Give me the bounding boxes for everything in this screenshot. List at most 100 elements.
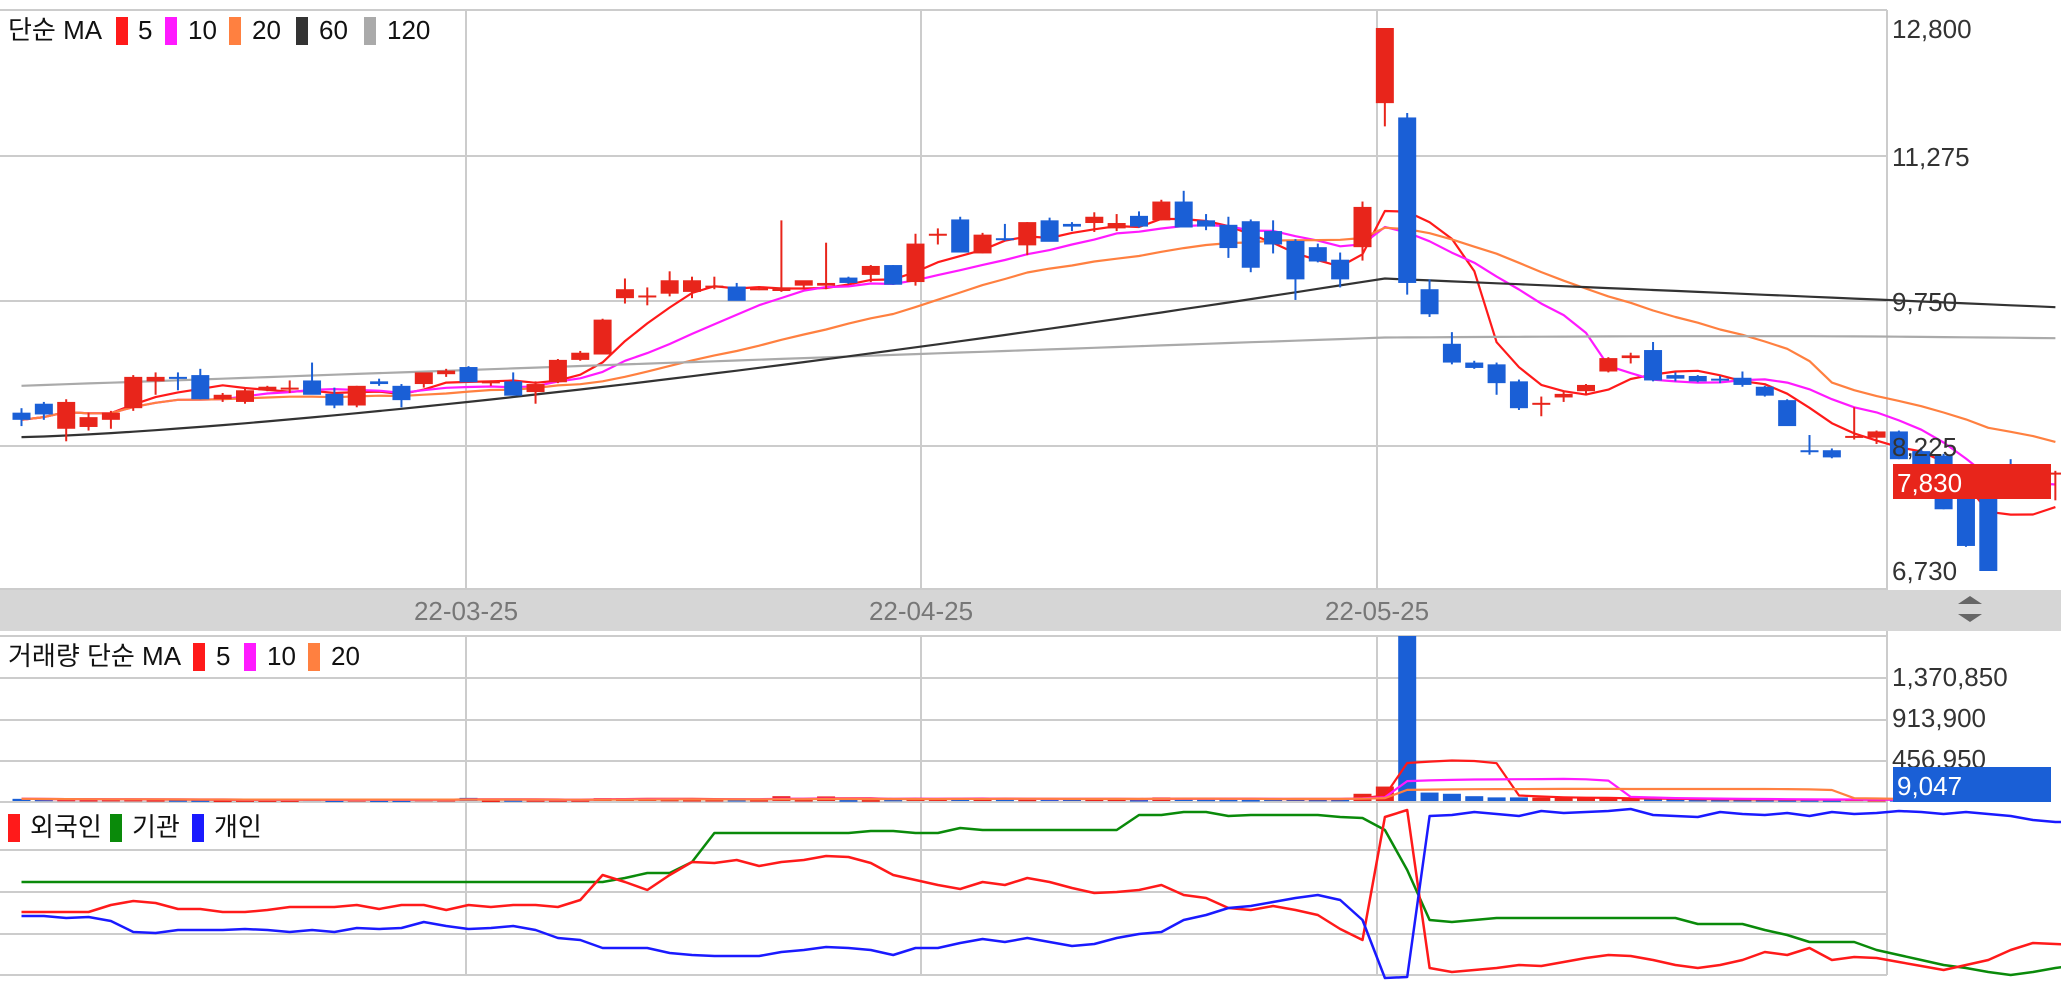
candle-body bbox=[996, 238, 1014, 240]
volume-bar bbox=[1532, 798, 1550, 801]
candle-body bbox=[839, 278, 857, 283]
candle-body bbox=[1868, 431, 1886, 437]
candle-body bbox=[1666, 375, 1684, 379]
investor-legend: 외국인 기관 개인 bbox=[8, 812, 262, 842]
candle-body bbox=[1488, 364, 1506, 383]
candle-body bbox=[1331, 260, 1349, 280]
candle-body bbox=[147, 377, 165, 381]
candle-body bbox=[1532, 403, 1550, 405]
legend-swatch bbox=[192, 814, 204, 842]
candle bbox=[1756, 386, 1774, 397]
candle-body bbox=[1622, 355, 1640, 358]
legend-swatch bbox=[244, 643, 256, 671]
candle-body bbox=[35, 404, 53, 415]
candle-body bbox=[13, 413, 31, 420]
candle-body bbox=[772, 287, 790, 291]
candle-body bbox=[594, 320, 612, 355]
candle-body bbox=[1130, 216, 1148, 227]
candle-body bbox=[1421, 289, 1439, 314]
candle-body bbox=[191, 375, 209, 399]
candle-body bbox=[214, 395, 232, 399]
candle-body bbox=[1175, 202, 1193, 228]
date-tick-label: 22-04-25 bbox=[869, 596, 973, 626]
legend-item-label: 외국인 bbox=[30, 812, 102, 842]
volume-bar bbox=[1510, 797, 1528, 801]
candle-body bbox=[258, 387, 276, 391]
candle-body bbox=[1577, 385, 1595, 391]
candle-body bbox=[1957, 499, 1975, 546]
candle-body bbox=[1801, 450, 1819, 452]
date-tick-label: 22-03-25 bbox=[414, 596, 518, 626]
candle-body bbox=[460, 367, 478, 382]
candle-body bbox=[951, 219, 969, 252]
legend-swatch bbox=[110, 814, 122, 842]
candle-body bbox=[1242, 221, 1260, 268]
candle bbox=[594, 319, 612, 355]
candle-body bbox=[549, 360, 567, 382]
candle-body bbox=[1309, 247, 1327, 261]
candle bbox=[1510, 380, 1528, 410]
candle-body bbox=[415, 372, 433, 384]
candle-body bbox=[1376, 28, 1394, 103]
candle-body bbox=[1443, 344, 1461, 363]
candle bbox=[1041, 218, 1059, 242]
volume-tick-label: 1,370,850 bbox=[1892, 662, 2008, 692]
legend-item-label: 10 bbox=[267, 641, 296, 671]
candle-body bbox=[57, 402, 75, 429]
candle bbox=[1957, 496, 1975, 547]
volume-bar bbox=[1398, 636, 1416, 801]
legend-swatch bbox=[364, 17, 376, 45]
candle-body bbox=[1398, 117, 1416, 282]
legend-swatch bbox=[193, 643, 205, 671]
volume-legend: 거래량 단순 MA 5 10 20 bbox=[0, 640, 380, 674]
candle-body bbox=[907, 244, 925, 282]
candle-body bbox=[884, 265, 902, 285]
candle-body bbox=[303, 380, 321, 394]
candle-body bbox=[683, 280, 701, 292]
candle-body bbox=[482, 381, 500, 383]
candle-body bbox=[169, 377, 187, 379]
candle-body bbox=[281, 388, 299, 390]
legend-item-label: 10 bbox=[188, 15, 217, 45]
candle bbox=[1152, 200, 1170, 221]
candle bbox=[884, 265, 902, 285]
price-tick-label: 11,275 bbox=[1892, 142, 1970, 172]
candle-body bbox=[1778, 400, 1796, 426]
legend-swatch bbox=[308, 643, 320, 671]
legend-swatch bbox=[116, 17, 128, 45]
candle-body bbox=[236, 390, 254, 402]
volume-bar bbox=[1465, 796, 1483, 801]
price-tick-label: 8,225 bbox=[1892, 432, 1957, 462]
candle-body bbox=[616, 289, 634, 298]
candle-body bbox=[527, 384, 545, 392]
legend-item-label: 120 bbox=[387, 15, 430, 45]
candle-body bbox=[1599, 358, 1617, 371]
candle bbox=[839, 277, 857, 284]
candle-body bbox=[1063, 224, 1081, 227]
date-axis[interactable]: 22-03-25 22-04-25 22-05-25 bbox=[0, 590, 2061, 631]
candle-body bbox=[1041, 220, 1059, 241]
legend-item-label: 개인 bbox=[214, 812, 262, 842]
candle bbox=[460, 366, 478, 382]
candle-body bbox=[1823, 450, 1841, 457]
candle-body bbox=[728, 287, 746, 301]
candle bbox=[1689, 375, 1707, 382]
stock-chart[interactable]: 22-03-25 22-04-25 22-05-25 단순 MA 5 10 20… bbox=[0, 0, 2061, 981]
candle-body bbox=[1219, 225, 1237, 248]
candle-body bbox=[370, 381, 388, 384]
legend-item-label: 20 bbox=[252, 15, 281, 45]
candle-body bbox=[929, 234, 947, 236]
candle-body bbox=[661, 280, 679, 293]
volume-legend-title: 거래량 단순 MA bbox=[8, 641, 182, 671]
candle-body bbox=[1756, 387, 1774, 396]
candle-body bbox=[504, 381, 522, 395]
volume-bar bbox=[1421, 793, 1439, 801]
legend-item-label: 기관 bbox=[132, 812, 180, 842]
current-price-label: 7,830 bbox=[1897, 468, 1962, 498]
candle bbox=[1778, 399, 1796, 426]
candle-body bbox=[1465, 363, 1483, 368]
candle-body bbox=[1689, 376, 1707, 381]
legend-swatch bbox=[296, 17, 308, 45]
price-tick-label: 6,730 bbox=[1892, 556, 1957, 586]
candle bbox=[124, 375, 142, 411]
